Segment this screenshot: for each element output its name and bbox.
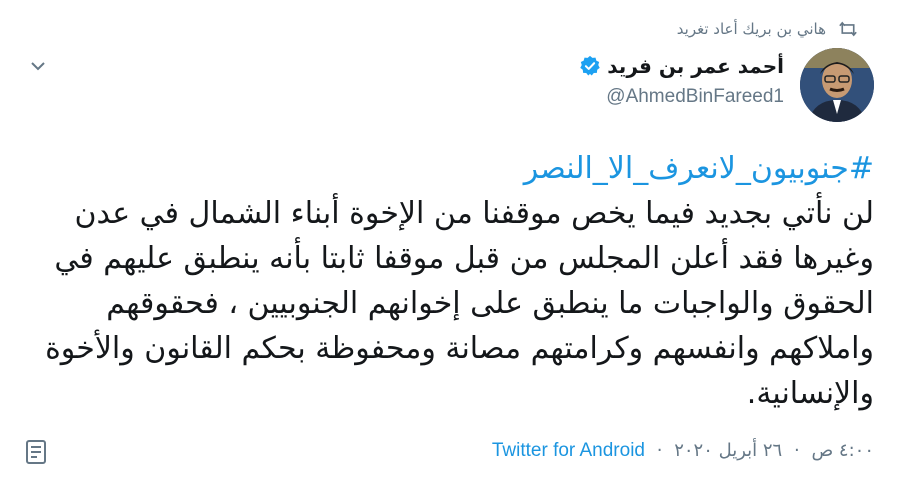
retweet-icon bbox=[838, 20, 858, 38]
tweet-meta: ٤:٠٠ ص · ٢٦ أبريل ٢٠٢٠ · Twitter for And… bbox=[492, 440, 874, 462]
retweet-context[interactable]: هاني بن بريك أعاد تغريد bbox=[677, 20, 858, 38]
meta-separator: · bbox=[656, 440, 663, 461]
hashtag-link[interactable]: #جنوبيون_لانعرف_الا_النصر bbox=[24, 146, 874, 191]
verified-badge-icon bbox=[579, 55, 601, 77]
analytics-icon[interactable] bbox=[24, 438, 50, 466]
tweet-source-link[interactable]: Twitter for Android bbox=[492, 440, 645, 461]
tweet-time[interactable]: ٤:٠٠ ص bbox=[811, 440, 874, 461]
tweet-footer: ٤:٠٠ ص · ٢٦ أبريل ٢٠٢٠ · Twitter for And… bbox=[24, 436, 874, 470]
author-display-name[interactable]: أحمد عمر بن فريد bbox=[607, 54, 784, 78]
retweet-text[interactable]: هاني بن بريك أعاد تغريد bbox=[677, 20, 826, 38]
tweet-text: #جنوبيون_لانعرف_الا_النصر لن نأتي بجديد … bbox=[24, 146, 874, 416]
author-handle[interactable]: @AhmedBinFareed1 bbox=[579, 86, 784, 108]
tweet-content: لن نأتي بجديد فيما يخص موقفنا من الإخوة … bbox=[45, 196, 874, 411]
tweet-header: أحمد عمر بن فريد @AhmedBinFareed1 bbox=[24, 48, 874, 124]
author-names[interactable]: أحمد عمر بن فريد @AhmedBinFareed1 bbox=[579, 54, 784, 108]
chevron-down-icon[interactable] bbox=[28, 56, 48, 76]
tweet-date[interactable]: ٢٦ أبريل ٢٠٢٠ bbox=[674, 440, 782, 461]
meta-separator: · bbox=[793, 440, 800, 461]
avatar[interactable] bbox=[800, 48, 874, 122]
